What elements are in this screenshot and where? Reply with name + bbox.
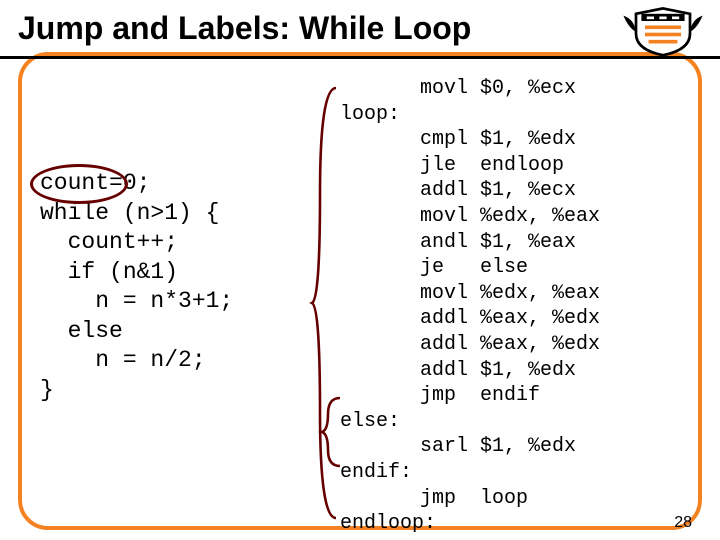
asm-line: andl$1, %eax (340, 230, 600, 256)
asm-line: addl$1, %ecx (340, 178, 600, 204)
asm-line: endif: (340, 460, 600, 486)
c-line: } (40, 377, 54, 403)
c-line: count++; (40, 229, 178, 255)
asm-line: jmpendif (340, 383, 600, 409)
asm-line: loop: (340, 102, 600, 128)
brace-else-icon (324, 396, 344, 468)
asm-block: movl$0, %ecxloop:cmpl$1, %edxjleendloopa… (340, 76, 600, 537)
c-line: if (n&1) (40, 259, 178, 285)
title-rule (0, 56, 720, 59)
page-number: 28 (674, 514, 692, 532)
c-line: count=0; (40, 170, 150, 196)
slide-title: Jump and Labels: While Loop (18, 10, 702, 47)
asm-line: jleendloop (340, 153, 600, 179)
asm-line: addl$1, %edx (340, 358, 600, 384)
asm-line: jeelse (340, 255, 600, 281)
c-code-block: count=0; while (n>1) { count++; if (n&1)… (40, 140, 233, 434)
asm-line: movl%edx, %eax (340, 204, 600, 230)
asm-line: movl$0, %ecx (340, 76, 600, 102)
asm-line: addl%eax, %edx (340, 332, 600, 358)
c-line: else (40, 318, 123, 344)
asm-line: addl%eax, %edx (340, 306, 600, 332)
c-line: while (n>1) { (40, 200, 219, 226)
c-line: n = n/2; (40, 347, 206, 373)
c-line: n = n*3+1; (40, 288, 233, 314)
asm-line: jmploop (340, 486, 600, 512)
asm-line: cmpl$1, %edx (340, 127, 600, 153)
asm-line: sarl$1, %edx (340, 434, 600, 460)
shield-crest-icon (618, 2, 708, 58)
asm-line: movl%edx, %eax (340, 281, 600, 307)
asm-line: endloop: (340, 511, 600, 537)
asm-line: else: (340, 409, 600, 435)
